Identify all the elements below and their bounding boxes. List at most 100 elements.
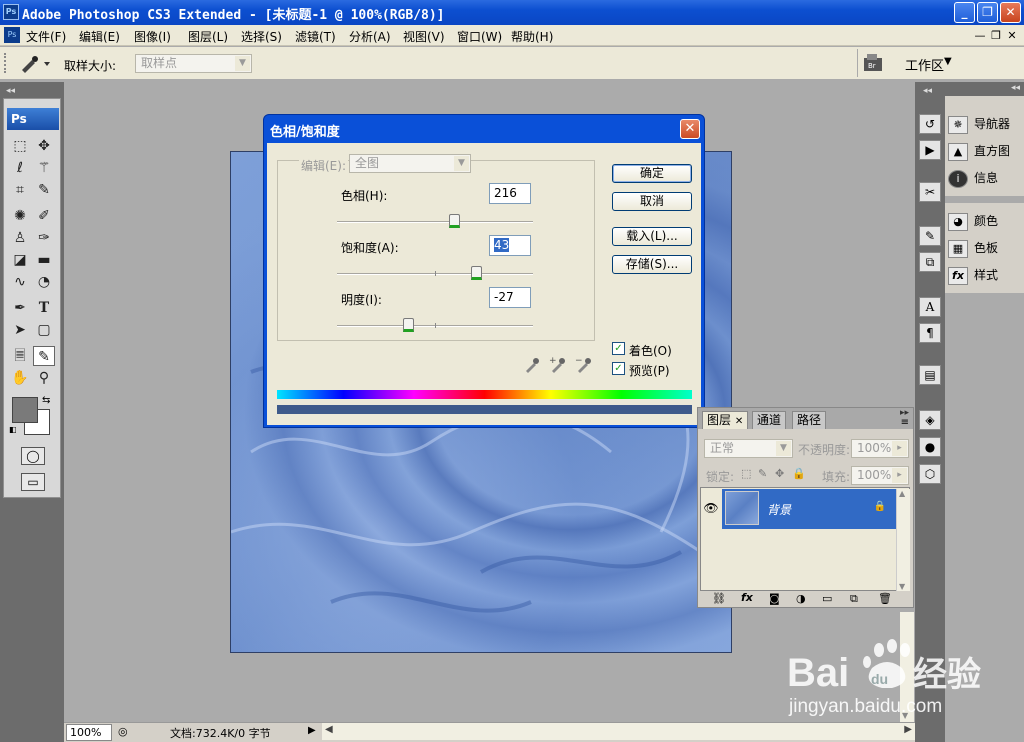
default-colors-icon[interactable]: ◧ — [9, 425, 17, 434]
dialog-close-button[interactable]: ✕ — [680, 119, 700, 139]
fx-icon[interactable]: fx — [741, 591, 753, 604]
histogram-item[interactable]: ▲ 直方图 — [948, 140, 1010, 162]
blur-tool-icon[interactable]: ∿ — [9, 272, 31, 292]
colorize-checkbox[interactable]: ✓ — [612, 342, 625, 355]
lock-paint-icon[interactable]: ✎ — [758, 467, 767, 480]
layers-panel-icon[interactable]: ◈ — [919, 410, 941, 430]
new-group-icon[interactable]: ▭ — [822, 592, 832, 605]
navigator-item[interactable]: ✵ 导航器 — [948, 113, 1010, 135]
eyedropper-tool-icon[interactable]: ✎ — [33, 346, 55, 366]
tab-close-icon[interactable]: ✕ — [735, 416, 743, 427]
opacity-input[interactable]: 100% ▸ — [851, 439, 909, 458]
shape-tool-icon[interactable]: ▢ — [33, 320, 55, 340]
tab-paths[interactable]: 路径 — [792, 411, 827, 429]
hand-tool-icon[interactable]: ✋ — [9, 368, 31, 388]
swap-colors-icon[interactable]: ⇆ — [42, 395, 50, 406]
screen-mode-icon[interactable]: ▭ — [21, 473, 45, 491]
layer-name[interactable]: 背景 — [767, 501, 791, 518]
dodge-tool-icon[interactable]: ◔ — [33, 272, 55, 292]
menu-window[interactable]: 窗口(W) — [457, 28, 502, 45]
lock-all-icon[interactable]: 🔒 — [792, 467, 806, 480]
doc-close-button[interactable]: ✕ — [1004, 28, 1020, 43]
bridge-icon[interactable]: Br — [862, 52, 888, 74]
slice-tool-icon[interactable]: ✎ — [33, 180, 55, 200]
load-button[interactable]: 载入(L)... — [612, 227, 692, 246]
channels-panel-icon[interactable]: ● — [919, 437, 941, 457]
hue-slider-track[interactable] — [337, 221, 533, 223]
actions-panel-icon[interactable]: ▶ — [919, 140, 941, 160]
minimize-button[interactable]: _ — [954, 2, 975, 23]
expand-arrows-icon[interactable]: ◂◂ — [1011, 83, 1020, 93]
path-selection-tool-icon[interactable]: ➤ — [9, 320, 31, 340]
brush-tool-icon[interactable]: ✐ — [33, 206, 55, 226]
doc-restore-button[interactable]: ❐ — [988, 28, 1004, 43]
gradient-tool-icon[interactable]: ▬ — [33, 250, 55, 270]
eyedropper-minus-icon[interactable]: − — [575, 355, 593, 373]
eyedropper-preset-icon[interactable] — [14, 52, 54, 74]
status-menu-arrow-icon[interactable]: ▶ — [308, 725, 316, 736]
lasso-tool-icon[interactable]: ℓ — [9, 158, 31, 178]
tab-channels[interactable]: 通道 — [752, 411, 787, 429]
paragraph-panel-icon[interactable]: ¶ — [919, 323, 941, 343]
menu-image[interactable]: 图像(I) — [134, 28, 171, 45]
zoom-level-field[interactable]: 100% — [66, 724, 112, 741]
marquee-tool-icon[interactable]: ⬚ — [9, 136, 31, 156]
colorize-label[interactable]: 着色(O) — [629, 342, 672, 359]
new-layer-icon[interactable]: ⧉ — [850, 592, 858, 606]
clone-stamp-tool-icon[interactable]: ♙ — [9, 228, 31, 248]
magic-wand-tool-icon[interactable]: ⚚ — [33, 158, 55, 178]
scroll-left-icon[interactable]: ◀ — [325, 724, 333, 735]
notes-tool-icon[interactable]: 🗏 — [9, 346, 31, 366]
lightness-slider-thumb[interactable] — [402, 318, 414, 332]
preview-label[interactable]: 预览(P) — [629, 362, 670, 379]
move-tool-icon[interactable]: ✥ — [33, 136, 55, 156]
hue-slider-thumb[interactable] — [448, 214, 460, 228]
visibility-eye-icon[interactable]: 👁 — [701, 489, 721, 529]
doc-minimize-button[interactable]: — — [972, 28, 988, 43]
workspace-chevron-icon[interactable]: ▼ — [944, 56, 952, 67]
scroll-up-icon[interactable]: ▲ — [899, 489, 905, 498]
fill-input[interactable]: 100% ▸ — [851, 466, 909, 485]
paths-panel-icon[interactable]: ⬡ — [919, 464, 941, 484]
sample-size-select[interactable]: 取样点 ▼ — [135, 54, 252, 73]
blend-mode-select[interactable]: 正常 ▼ — [704, 439, 793, 458]
zoom-tool-icon[interactable]: ⚲ — [33, 368, 55, 388]
saturation-slider-thumb[interactable] — [471, 266, 483, 280]
close-button[interactable]: ✕ — [1000, 2, 1021, 23]
history-panel-icon[interactable]: ↺ — [919, 114, 941, 134]
ok-button[interactable]: 确定 — [612, 164, 692, 183]
cancel-button[interactable]: 取消 — [612, 192, 692, 211]
menu-view[interactable]: 视图(V) — [403, 28, 445, 45]
menu-analysis[interactable]: 分析(A) — [349, 28, 391, 45]
add-mask-icon[interactable]: ◙ — [769, 592, 780, 605]
styles-item[interactable]: fx 样式 — [948, 264, 998, 286]
scroll-down-icon[interactable]: ▼ — [899, 582, 905, 591]
crop-tool-icon[interactable]: ⌗ — [9, 180, 31, 200]
lock-transparent-icon[interactable]: ⬚ — [741, 467, 751, 480]
menu-file[interactable]: 文件(F) — [26, 28, 66, 45]
hue-input[interactable]: 216 — [489, 183, 531, 204]
brushes-panel-icon[interactable]: ✎ — [919, 226, 941, 246]
menu-filter[interactable]: 滤镜(T) — [295, 28, 336, 45]
tab-layers[interactable]: 图层 ✕ — [702, 411, 749, 429]
layer-row-background[interactable]: 背景 🔒 — [722, 489, 896, 529]
clone-source-icon[interactable]: ⧉ — [919, 252, 941, 272]
saturation-input[interactable]: 43 — [489, 235, 531, 256]
layer-comps-icon[interactable]: ▤ — [919, 365, 941, 385]
link-layers-icon[interactable]: ⛓ — [712, 592, 726, 605]
layers-scrollbar[interactable]: ▲ ▼ — [896, 489, 910, 591]
quick-mask-icon[interactable]: ◯ — [21, 447, 45, 465]
collapse-arrows-icon[interactable]: ◂◂ — [6, 86, 15, 96]
tool-presets-icon[interactable]: ✂ — [919, 182, 941, 202]
adjustment-layer-icon[interactable]: ◑ — [796, 592, 806, 605]
save-button[interactable]: 存储(S)... — [612, 255, 692, 274]
menu-select[interactable]: 选择(S) — [241, 28, 282, 45]
preview-checkbox[interactable]: ✓ — [612, 362, 625, 375]
color-item[interactable]: ◕ 颜色 — [948, 210, 998, 232]
menu-help[interactable]: 帮助(H) — [511, 28, 553, 45]
menu-layer[interactable]: 图层(L) — [188, 28, 228, 45]
lightness-input[interactable]: -27 — [489, 287, 531, 308]
pen-tool-icon[interactable]: ✒ — [9, 298, 31, 318]
healing-brush-tool-icon[interactable]: ✺ — [9, 206, 31, 226]
trash-icon[interactable]: 🗑 — [878, 592, 892, 605]
